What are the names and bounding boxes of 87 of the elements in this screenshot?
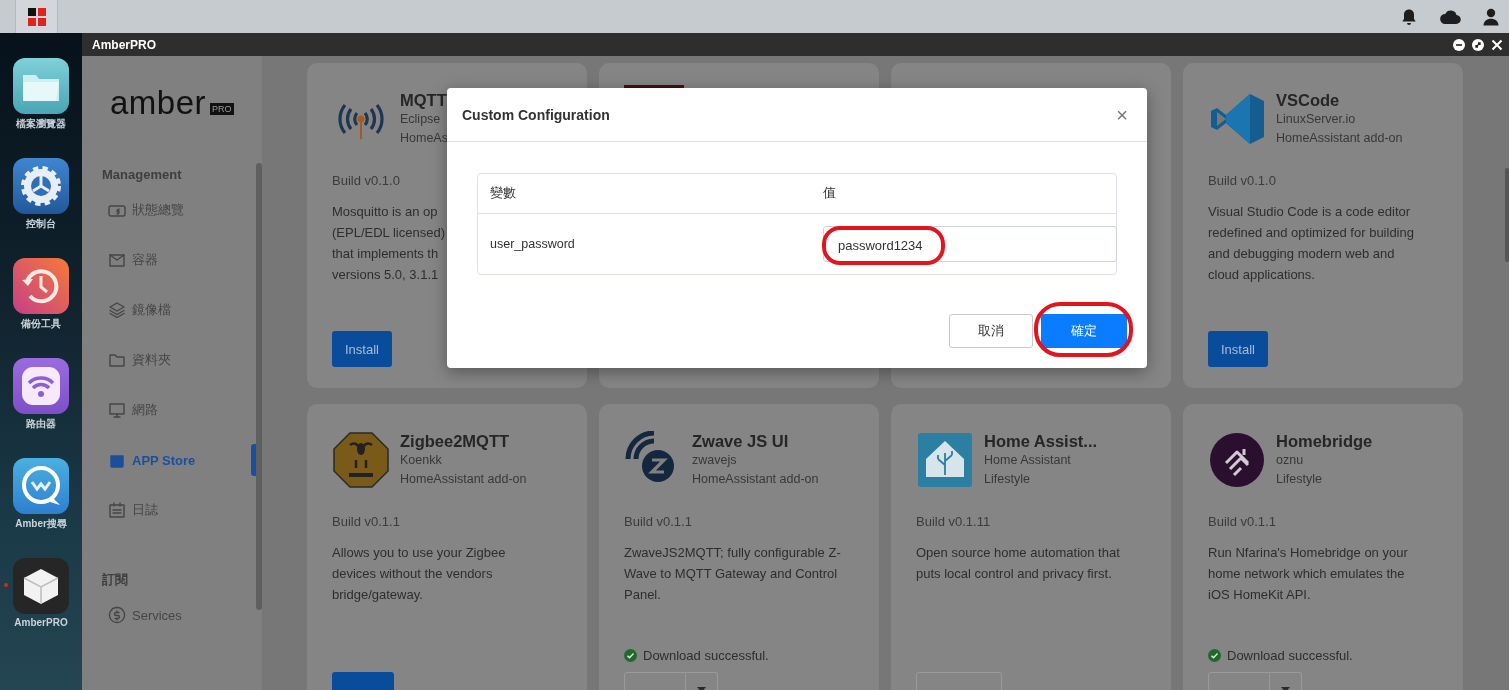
monitor-icon [108,401,126,419]
nav-item[interactable]: 網路 [82,385,256,435]
folder-app-icon[interactable] [13,58,69,114]
app-title: VSCode [1276,90,1341,110]
section-heading: Management [101,166,183,184]
install-button[interactable]: Install [332,331,392,367]
app-label: 控制台 [26,217,56,231]
cancel-button[interactable]: 取消 [949,314,1033,348]
nav-item[interactable]: 鏡像檔 [82,285,256,335]
dollar-circle-icon [108,606,126,624]
section-heading: 訂閱 [101,571,129,589]
build-version: Build v0.1.1 [1208,513,1277,531]
app-category: Lifestyle [1276,471,1323,488]
app-title: Zwave JS UI [692,431,790,451]
build-version: Build v0.1.1 [332,513,401,531]
app-description: Run Nfarina's Homebridge on your home network which emulates the iOS HomeKit API. [1208,544,1408,604]
app-description: Visual Studio Code is a code editor redefined and optimized for building and debugging modern web and cloud applications. [1208,203,1414,284]
restore-icon[interactable] [1472,38,1484,51]
app-description: Open source home automation that puts local control and privacy first. [916,544,1120,583]
user-icon[interactable] [1482,7,1500,26]
column-header: 值 [823,185,836,202]
nav-item[interactable]: 日誌 [82,485,256,535]
cube-app-icon[interactable] [13,558,69,614]
install-button[interactable]: Install [1208,331,1268,367]
app-label: 檔案瀏覽器 [16,117,66,131]
grid-icon [27,7,46,26]
app-category: Lifestyle [984,471,1031,488]
chat-app-icon[interactable] [13,458,69,514]
check-circle-icon [1208,649,1221,662]
cloud-icon[interactable] [1439,8,1461,25]
confirm-button[interactable]: 確定 [1041,314,1127,348]
app-publisher: Eclipse [400,111,442,128]
gear-app-icon[interactable] [13,158,69,214]
app-publisher: oznu [1276,452,1305,469]
app-description: Allows you to use your Zigbee devices without the vendors bridge/gateway. [332,544,506,604]
column-header: 變數 [490,185,517,202]
status-text: Download successful. [1227,648,1353,663]
app-title: Home Assist... [984,431,1098,451]
status-text: Download successful. [643,648,769,663]
close-button[interactable]: × [1112,104,1132,125]
nav-item[interactable]: Services [82,590,256,640]
clock-app-icon[interactable] [13,258,69,314]
build-version: Build v0.1.1 [624,513,693,531]
variable-name: user_password [490,237,576,251]
app-description: ZwaveJS2MQTT; fully configurable Z- Wave to MQTT Gateway and Control Panel. [624,544,841,604]
app-publisher: Koenkk [400,452,443,469]
nav-item[interactable]: APP Store [82,435,256,485]
app-category: HomeAssistant add-on [1276,130,1403,147]
app-label: 備份工具 [21,317,61,331]
window-title: AmberPRO [92,37,157,52]
app-publisher: Home Assistant [984,452,1072,469]
selection-indicator [251,444,256,476]
app-category: HomeAs [400,130,448,147]
dialog-title: Custom Configuration [462,106,610,123]
app-title: MQTT [400,90,448,110]
app-publisher: zwavejs [692,452,738,469]
app-title: Homebridge [1276,431,1373,451]
circled-value: password1234 [822,225,945,265]
scrollbar-thumb[interactable] [256,163,262,610]
build-version: Build v0.1.0 [332,172,401,190]
app-title: Zigbee2MQTT [400,431,511,451]
app-description: Mosquitto is an op (EPL/EDL licensed) that implements th versions 5.0, 3.1.1 [332,203,445,284]
folder-icon [108,351,126,369]
minimize-icon[interactable] [1453,38,1465,51]
build-version: Build v0.1.0 [1208,172,1277,190]
value-field[interactable]: password1234 [823,226,1117,262]
close-icon[interactable] [1491,38,1503,51]
brand-badge: PRO [210,103,234,115]
wifi-app-icon[interactable] [13,358,69,414]
app-category: HomeAssistant add-on [400,471,527,488]
bee-logo-icon [332,431,390,489]
check-circle-icon [624,649,637,662]
house-circle-logo-icon [1208,431,1266,489]
build-version: Build v0.1.11 [916,513,992,531]
app-label: 路由器 [26,417,56,431]
layers-icon [108,301,126,319]
calendar-icon [108,501,126,519]
scrollbar-thumb[interactable] [1505,168,1509,262]
brand-logo: amber [110,86,207,120]
app-label: AmberPRO [14,617,68,628]
app-publisher: LinuxServer.io [1276,111,1357,128]
house-logo-icon [916,431,974,489]
launcher-button[interactable] [15,0,58,33]
tray-icon [108,251,126,269]
app-category: HomeAssistant add-on [692,471,819,488]
bell-icon[interactable] [1400,7,1418,26]
app-label: Amber搜尋 [15,517,67,531]
